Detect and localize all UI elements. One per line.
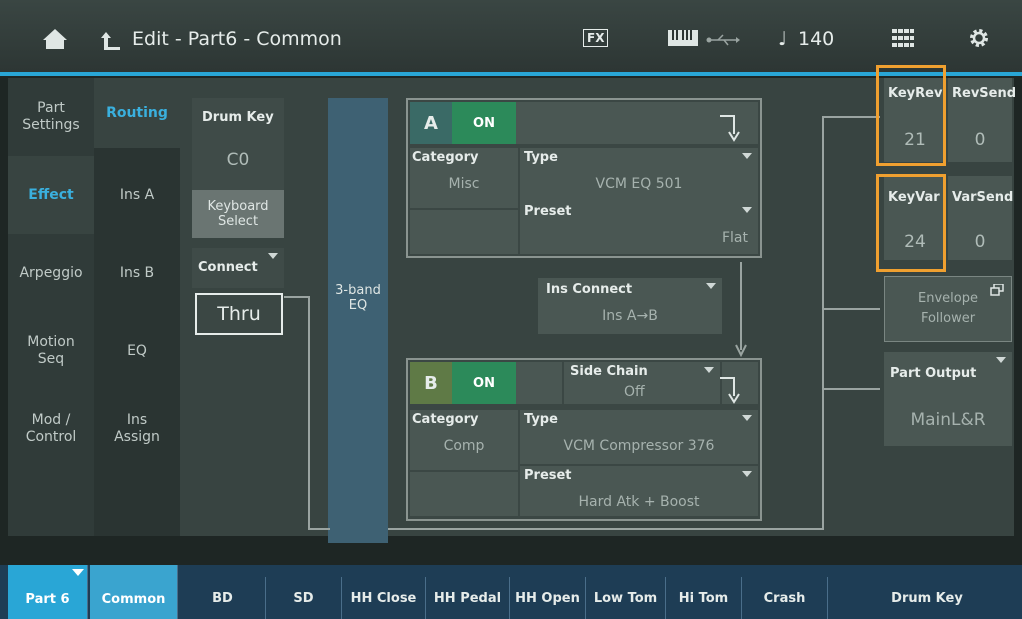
grid-icon[interactable]: [892, 29, 914, 47]
ins-a-return-arrow-icon: [720, 112, 744, 142]
tab-common[interactable]: Common: [90, 565, 178, 619]
fx-badge[interactable]: FX: [583, 29, 609, 47]
eq-block-label: 3-band EQ: [335, 283, 381, 313]
ins-b-preset-value: Hard Atk + Boost: [578, 494, 700, 510]
routing-line: [822, 388, 880, 390]
part-selector-dropdown-icon: [72, 569, 84, 576]
ins-a-category-label: Category: [412, 150, 479, 165]
routing-line: [822, 308, 880, 310]
tempo-note-icon: ♩: [778, 28, 787, 50]
keyvar-highlight: [876, 174, 946, 272]
ins-a-preset-cell[interactable]: Preset Flat: [520, 202, 758, 254]
varsend-cell[interactable]: VarSend 0: [948, 176, 1014, 260]
ins-b-side-chain-selector[interactable]: Side Chain Off: [564, 362, 720, 404]
ins-b-type-label: Type: [524, 412, 558, 427]
ins-b-category-cell[interactable]: Category Comp: [410, 410, 518, 470]
tab-bd[interactable]: BD: [180, 577, 266, 619]
drum-key-panel[interactable]: Drum Key C0 Keyboard Select: [192, 98, 284, 238]
tab-motion-seq[interactable]: Motion Seq: [8, 312, 94, 390]
eq-block[interactable]: [328, 98, 388, 543]
ins-b-on-button[interactable]: ON: [452, 362, 516, 404]
ins-b-blank-bar: [516, 362, 562, 404]
tab-low-tom[interactable]: Low Tom: [586, 577, 666, 619]
part-output-value: MainL&R: [910, 410, 986, 430]
tab-drum-key[interactable]: Drum Key: [832, 577, 1022, 619]
top-bar: Edit - Part6 - Common FX ♩ 140: [0, 0, 1022, 76]
window-icon: [990, 281, 1004, 296]
routing-line: [822, 116, 824, 530]
tab-arpeggio[interactable]: Arpeggio: [8, 234, 94, 312]
ins-b-preset-cell[interactable]: Preset Hard Atk + Boost: [520, 466, 758, 516]
routing-line: [822, 116, 880, 118]
ins-b-preset-label: Preset: [524, 468, 572, 483]
ins-a-on-button[interactable]: ON: [452, 102, 516, 144]
bottom-bar: Part 6 Common BD SD HH Close HH Pedal HH…: [0, 565, 1022, 619]
routing-line: [308, 528, 330, 530]
revsend-cell[interactable]: RevSend 0: [948, 78, 1016, 162]
tab-effect[interactable]: Effect: [8, 156, 94, 234]
tempo-value[interactable]: 140: [798, 28, 834, 50]
tab-part-settings[interactable]: Part Settings: [8, 78, 94, 156]
home-icon[interactable]: [42, 28, 68, 50]
ins-a-letter: A: [410, 102, 452, 144]
routing-line: [308, 296, 310, 530]
keyboard-select-button[interactable]: Keyboard Select: [192, 190, 284, 238]
gear-icon[interactable]: [968, 27, 990, 49]
ins-a-category-value: Misc: [448, 176, 480, 192]
tab-crash[interactable]: Crash: [742, 577, 828, 619]
drum-key-value[interactable]: C0: [192, 150, 284, 170]
ins-b-side-chain-label: Side Chain: [570, 364, 648, 379]
ins-b-return-arrow-icon: [720, 374, 744, 404]
ins-connect-label: Ins Connect: [546, 282, 633, 297]
ins-a-type-label: Type: [524, 150, 558, 165]
keyrev-highlight: [876, 65, 946, 166]
tab-mod-control[interactable]: Mod / Control: [8, 390, 94, 468]
connect-value[interactable]: Thru: [195, 293, 283, 335]
ins-a-preset-value: Flat: [721, 230, 748, 246]
back-arrow-icon[interactable]: [100, 30, 122, 52]
ins-b-side-chain-value: Off: [624, 384, 645, 400]
revsend-value: 0: [974, 130, 986, 150]
keyboard-icon: [668, 30, 698, 46]
main-panel: Part Settings Effect Arpeggio Motion Seq…: [8, 65, 1016, 543]
connect-label: Connect: [198, 260, 258, 275]
tab-hh-open[interactable]: HH Open: [510, 577, 586, 619]
part-output-selector[interactable]: Part Output MainL&R: [884, 352, 1012, 446]
subtab-ins-b[interactable]: Ins B: [94, 234, 180, 312]
revsend-label: RevSend: [952, 86, 1017, 101]
ins-b-blank-cell: [410, 472, 518, 516]
routing-line: [284, 296, 310, 298]
ins-connect-value: Ins A→B: [602, 308, 658, 324]
tab-hi-tom[interactable]: Hi Tom: [666, 577, 742, 619]
tab-sd[interactable]: SD: [266, 577, 342, 619]
connect-selector[interactable]: Connect: [192, 248, 284, 288]
ins-connect-selector[interactable]: Ins Connect Ins A→B: [538, 278, 722, 334]
ins-a-type-value: VCM EQ 501: [595, 176, 683, 192]
ins-b-category-value: Comp: [443, 438, 485, 454]
subtab-eq[interactable]: EQ: [94, 312, 180, 390]
ins-b-letter: B: [410, 362, 452, 404]
ins-a-preset-label: Preset: [524, 204, 572, 219]
usb-icon: [706, 32, 740, 46]
ins-b-category-label: Category: [412, 412, 479, 427]
ins-a-category-cell[interactable]: Category Misc: [410, 148, 518, 208]
part-output-label: Part Output: [890, 366, 977, 381]
routing-line: [740, 262, 742, 350]
subtab-ins-assign[interactable]: Ins Assign: [94, 390, 180, 468]
page-title: Edit - Part6 - Common: [132, 28, 342, 50]
varsend-value: 0: [974, 232, 986, 252]
ins-b-type-value: VCM Compressor 376: [563, 438, 715, 454]
ins-a-type-cell[interactable]: Type VCM EQ 501: [520, 148, 758, 208]
ins-b-type-cell[interactable]: Type VCM Compressor 376: [520, 410, 758, 464]
routing-line: [388, 528, 824, 530]
tab-hh-pedal[interactable]: HH Pedal: [426, 577, 510, 619]
ins-connect-arrow-icon: [735, 342, 747, 358]
varsend-label: VarSend: [952, 190, 1014, 205]
ins-a-blank-cell: [410, 210, 518, 254]
subtab-routing[interactable]: Routing: [94, 78, 180, 148]
subtab-ins-a[interactable]: Ins A: [94, 156, 180, 234]
header-accent-line: [0, 72, 1022, 76]
tab-hh-close[interactable]: HH Close: [342, 577, 426, 619]
drum-key-label: Drum Key: [202, 110, 274, 125]
